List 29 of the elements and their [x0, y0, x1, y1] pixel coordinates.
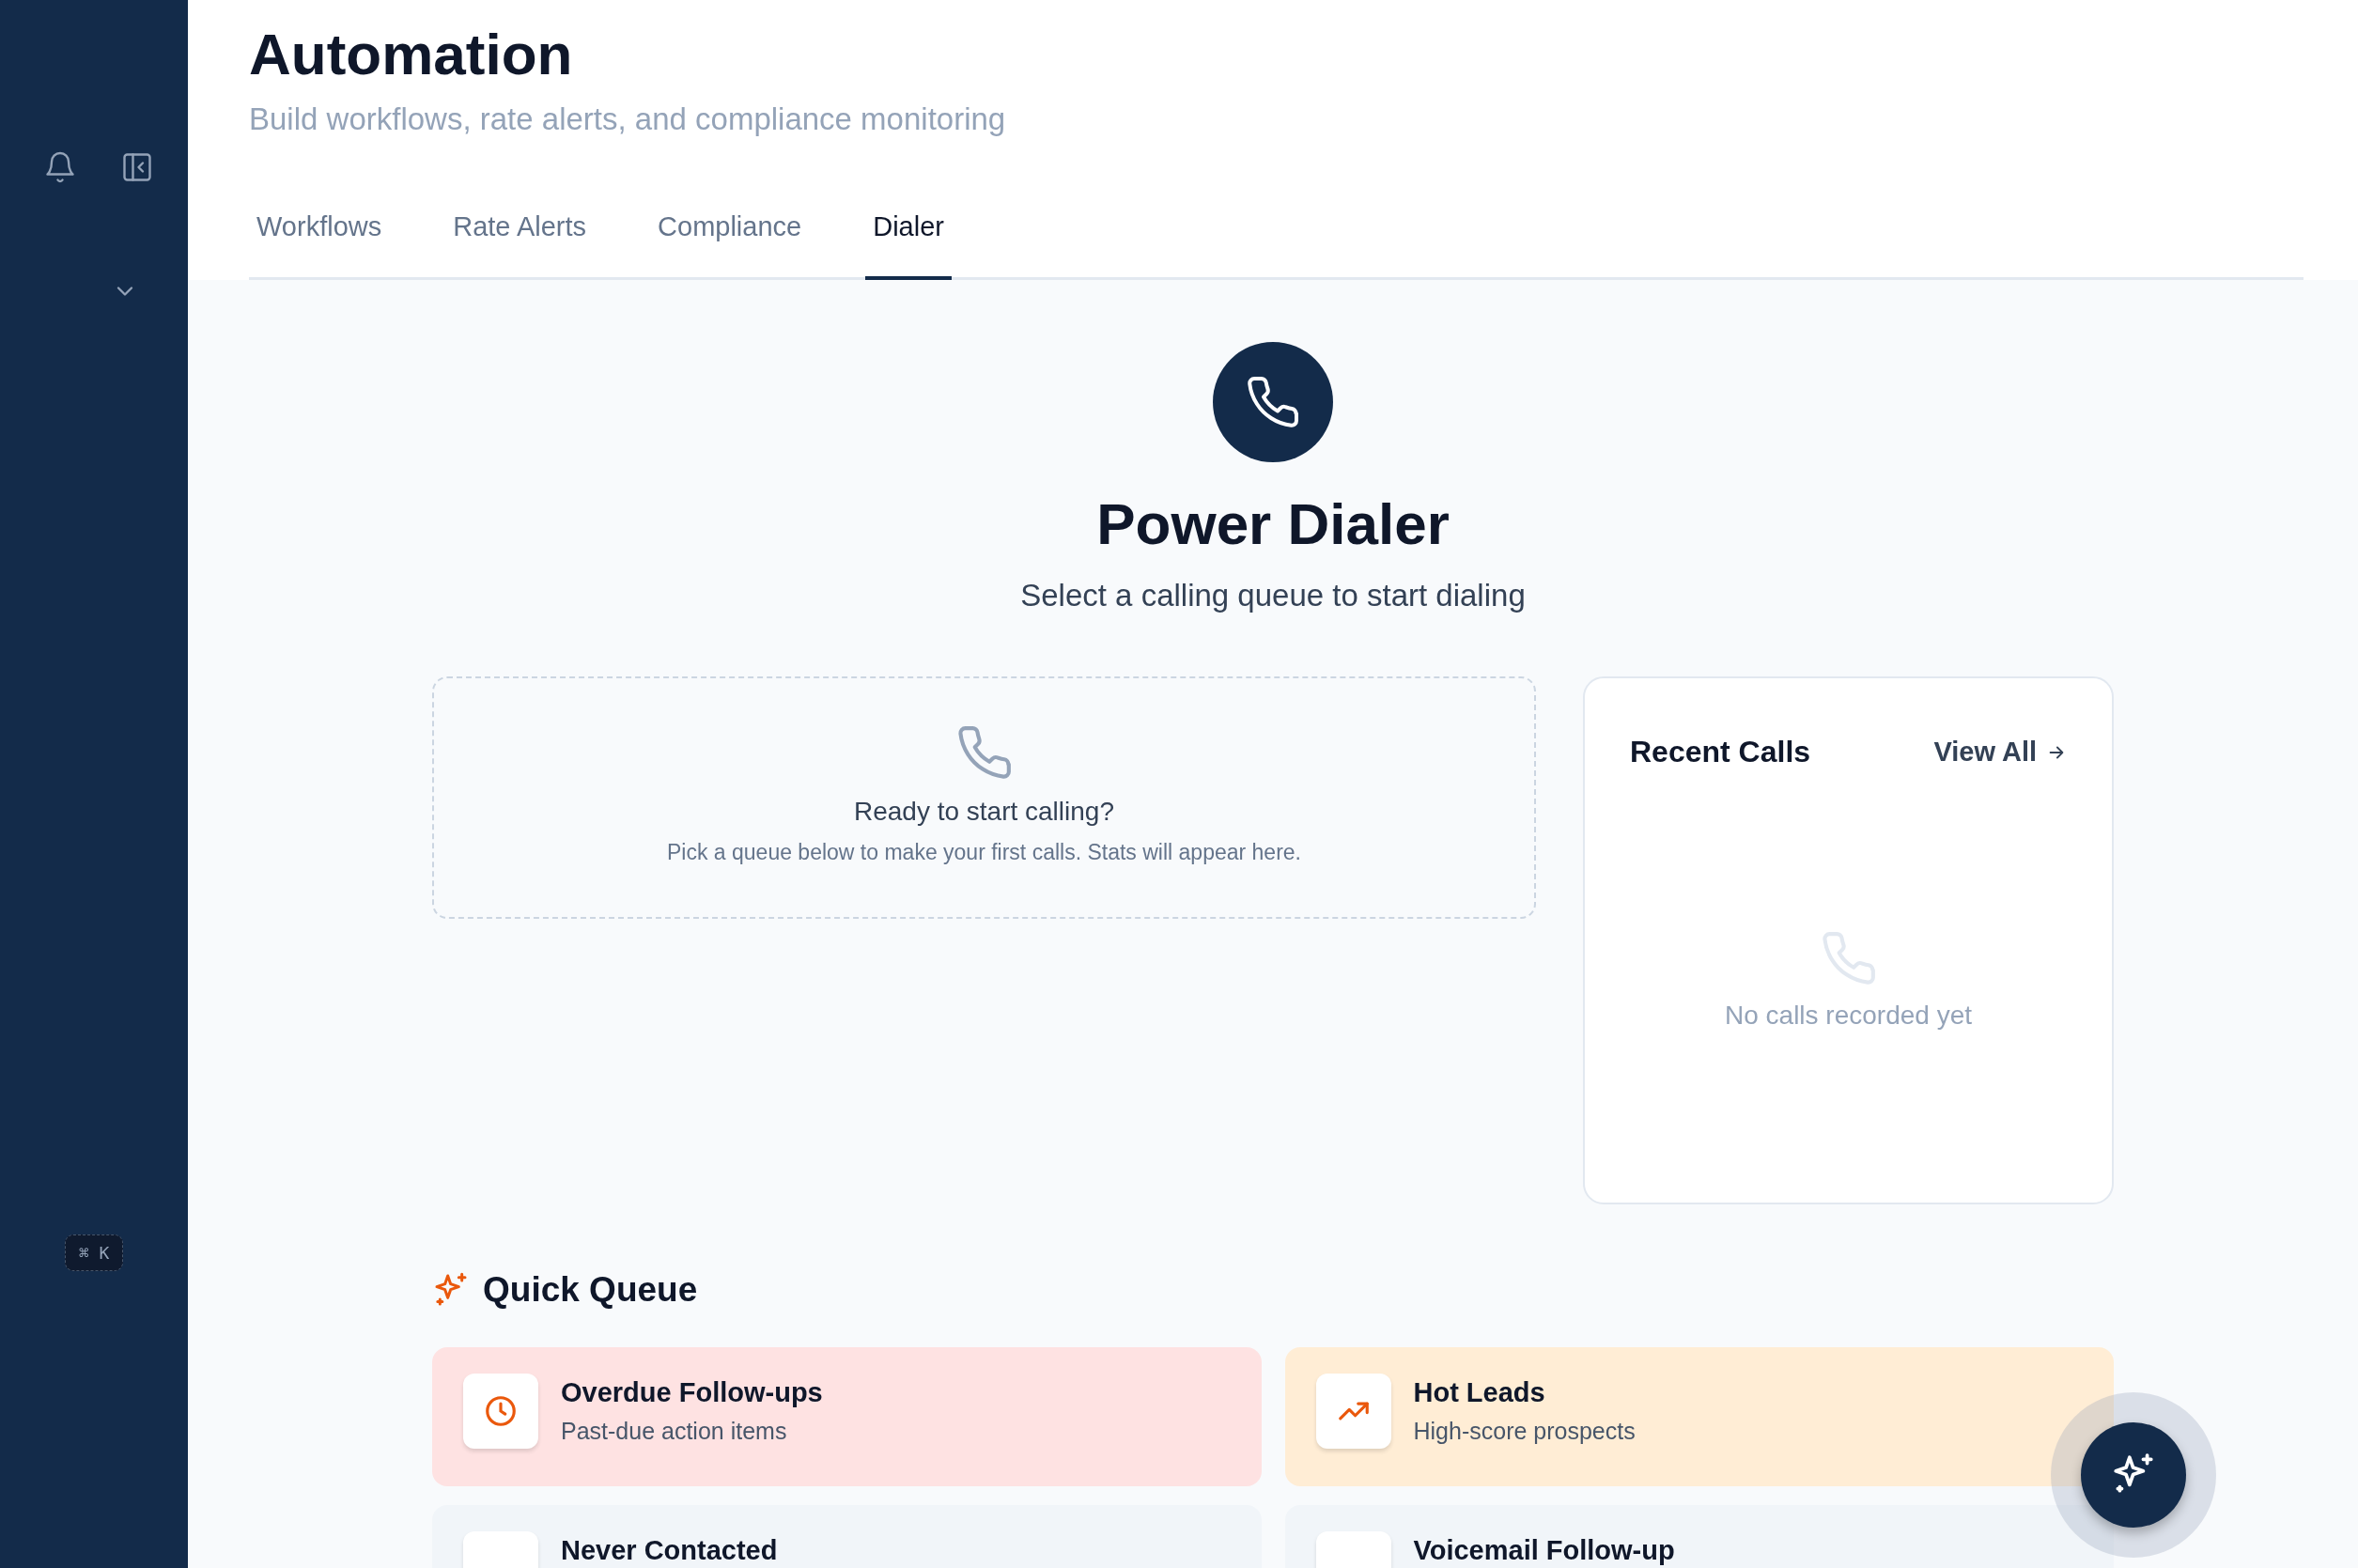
queue-card[interactable]: Hot Leads High-score prospects: [1284, 1347, 2114, 1486]
no-calls-text: No calls recorded yet: [1725, 1001, 1972, 1031]
queue-title: Never Contacted: [561, 1535, 778, 1566]
page-title: Automation: [249, 21, 574, 88]
view-all-link[interactable]: View All: [1933, 737, 2067, 768]
empty-state-text: Pick a queue below to make your first calls. Stats will appear here.: [667, 840, 1301, 865]
tab[interactable]: Dialer: [865, 198, 952, 280]
empty-state-title: Ready to start calling?: [853, 797, 1114, 827]
queue-title: Voicemail Follow-up: [1413, 1535, 1675, 1566]
queue-card[interactable]: Overdue Follow-ups Past-due action items: [432, 1347, 1262, 1486]
recent-calls-title: Recent Calls: [1630, 735, 1811, 769]
tab[interactable]: Rate Alerts: [445, 198, 595, 280]
queue-card[interactable]: Never Contacted: [432, 1505, 1262, 1568]
quick-queue-title: Quick Queue: [483, 1270, 698, 1310]
tab[interactable]: Compliance: [650, 198, 810, 280]
queue-subtitle: High-score prospects: [1413, 1418, 1636, 1445]
clock-icon: [483, 1393, 519, 1429]
collapse-sidebar-icon[interactable]: [120, 150, 154, 184]
tab[interactable]: Workflows: [249, 198, 390, 280]
bell-icon[interactable]: [43, 150, 77, 184]
queue-card[interactable]: Voicemail Follow-up: [1284, 1505, 2114, 1568]
dialer-title: Power Dialer: [1096, 490, 1450, 557]
queue-subtitle: Past-due action items: [561, 1418, 788, 1445]
dialer-subtitle: Select a calling queue to start dialing: [1020, 578, 1526, 613]
queue-title: Overdue Follow-ups: [561, 1377, 823, 1408]
page-subtitle: Build workflows, rate alerts, and compliance monitoring: [249, 101, 1007, 137]
ai-assistant-button[interactable]: [2081, 1422, 2186, 1528]
queue-title: Hot Leads: [1413, 1377, 1546, 1408]
shortcut-key: ⌘ K: [64, 1234, 124, 1271]
